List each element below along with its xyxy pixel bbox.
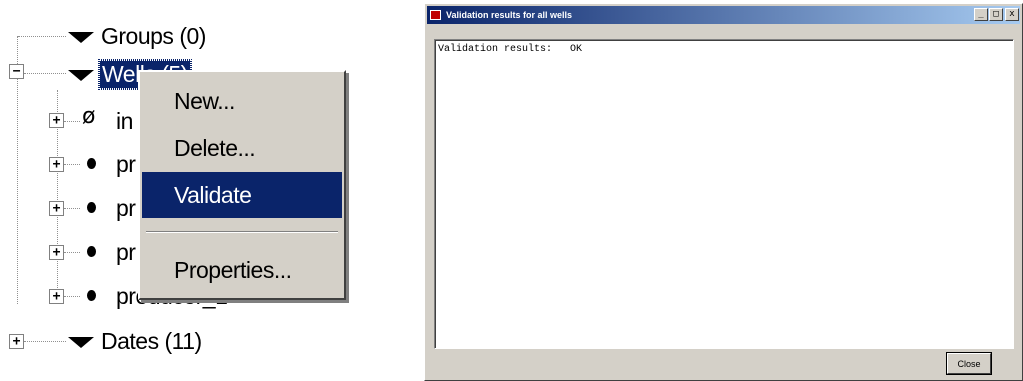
tree-node-well[interactable]: pr (82, 192, 136, 224)
group-triangle-icon (68, 32, 94, 43)
tree-connector-line (64, 121, 80, 122)
well-tree-panel: Groups (0) − Wells (5) + ø in + pr + pr … (0, 0, 380, 381)
tree-node-label: pr (116, 194, 136, 221)
tree-node-groups[interactable]: Groups (0) (68, 20, 206, 52)
tree-node-well[interactable]: pr (82, 148, 136, 180)
wells-triangle-icon (68, 70, 94, 81)
expand-toggle[interactable]: + (49, 289, 64, 304)
tree-node-label: pr (116, 150, 136, 177)
tree-node-label: pr (116, 238, 136, 265)
producer-dot-icon (87, 158, 96, 169)
tree-connector-line (24, 341, 66, 342)
validation-results-dialog: Validation results for all wells _ □ x V… (424, 3, 1023, 381)
tree-node-dates[interactable]: Dates (11) (68, 325, 202, 357)
producer-dot-icon (87, 202, 96, 213)
dialog-titlebar[interactable]: Validation results for all wells _ □ x (427, 6, 1020, 24)
close-button[interactable]: Close (946, 352, 992, 375)
tree-node-well[interactable]: ø in (82, 104, 133, 137)
minimize-button[interactable]: _ (974, 8, 988, 21)
maximize-button[interactable]: □ (989, 8, 1003, 21)
tree-connector-line (64, 252, 80, 253)
producer-dot-icon (87, 290, 96, 301)
collapse-toggle[interactable]: − (9, 64, 24, 79)
app-icon (430, 10, 441, 20)
tree-connector-line (24, 73, 66, 74)
menu-item-new[interactable]: New... (142, 78, 342, 124)
injector-icon: ø (82, 104, 96, 129)
tree-connector-line (64, 164, 80, 165)
menu-item-delete[interactable]: Delete... (142, 125, 342, 171)
menu-item-validate[interactable]: Validate (142, 172, 342, 218)
window-close-button[interactable]: x (1005, 8, 1019, 21)
expand-toggle[interactable]: + (49, 113, 64, 128)
expand-toggle[interactable]: + (9, 334, 24, 349)
producer-dot-icon (87, 246, 96, 257)
expand-toggle[interactable]: + (49, 157, 64, 172)
tree-node-well[interactable]: pr (82, 236, 136, 268)
tree-node-label: Dates (11) (101, 327, 202, 354)
results-text: Validation results: OK (438, 44, 583, 55)
dates-triangle-icon (68, 337, 94, 348)
tree-connector-line (18, 36, 66, 37)
tree-node-label: Groups (0) (101, 22, 206, 49)
menu-item-properties[interactable]: Properties... (142, 247, 342, 293)
expand-toggle[interactable]: + (49, 245, 64, 260)
dialog-title: Validation results for all wells (446, 10, 573, 20)
tree-connector-line (64, 208, 80, 209)
tree-node-label: in (116, 107, 133, 134)
context-menu: New... Delete... Validate Properties... (138, 70, 346, 300)
expand-toggle[interactable]: + (49, 201, 64, 216)
tree-connector-line (64, 296, 80, 297)
results-text-area[interactable]: Validation results: OK (434, 39, 1014, 349)
menu-separator (146, 231, 338, 233)
